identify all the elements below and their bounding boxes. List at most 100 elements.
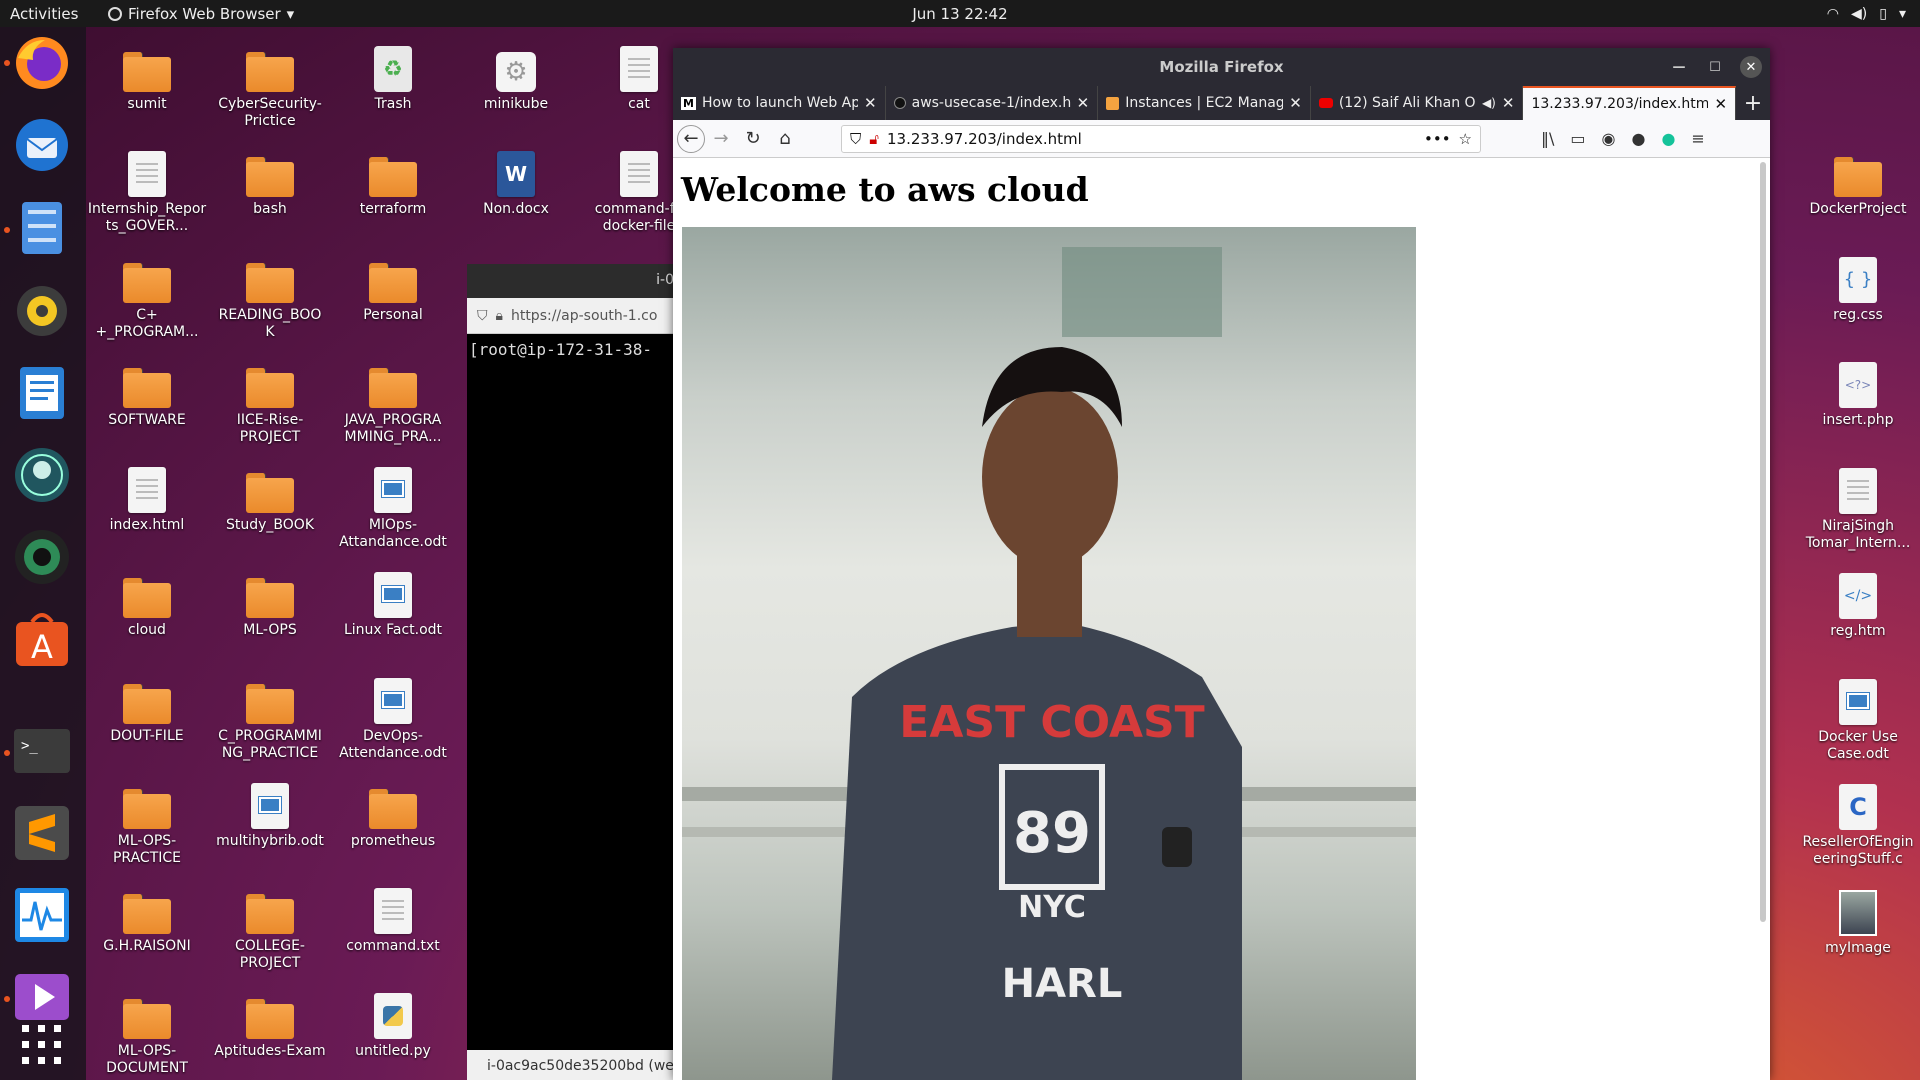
desktop-icon[interactable]: DevOps- Attendance.odt: [332, 668, 454, 762]
close-tab-icon[interactable]: ✕: [1502, 94, 1515, 112]
bookmark-star-icon[interactable]: ☆: [1459, 130, 1472, 148]
desktop-icon[interactable]: IICE-Rise- PROJECT: [209, 352, 331, 446]
terminal-prompt[interactable]: [root@ip-172-31-38-: [467, 334, 682, 365]
more-icon[interactable]: •••: [1424, 130, 1451, 148]
close-tab-icon[interactable]: ✕: [864, 94, 877, 112]
rhythmbox-icon[interactable]: [10, 279, 74, 343]
desktop-icon[interactable]: <?> insert.php: [1797, 352, 1919, 429]
speaker-icon[interactable]: ◀): [1482, 96, 1496, 110]
desktop-icon[interactable]: COLLEGE- PROJECT: [209, 878, 331, 972]
desktop-icon[interactable]: ML-OPS- PRACTICE: [86, 773, 208, 867]
desktop-icon-image: [1839, 669, 1877, 725]
library-icon[interactable]: ‖\: [1541, 129, 1554, 148]
desktop-icon-label: ResellerOfEngin eeringStuff.c: [1802, 834, 1914, 867]
desktop-icon[interactable]: index.html: [86, 457, 208, 534]
desktop-icon[interactable]: bash: [209, 141, 331, 218]
tab-medium[interactable]: M How to launch Web Ap ✕: [673, 86, 886, 120]
desktop-icon[interactable]: CyberSecurity- Prictice: [209, 36, 331, 130]
desktop-icon[interactable]: MlOps- Attandance.odt: [332, 457, 454, 551]
window-titlebar[interactable]: Mozilla Firefox — ☐ ✕: [673, 48, 1770, 86]
desktop-icon[interactable]: ♻ Trash: [332, 36, 454, 113]
desktop-icon[interactable]: prometheus: [332, 773, 454, 850]
minimize-icon[interactable]: —: [1668, 56, 1690, 78]
desktop-icon[interactable]: cloud: [86, 562, 208, 639]
desktop-icon[interactable]: Docker Use Case.odt: [1797, 669, 1919, 763]
desktop-icon[interactable]: multihybrib.odt: [209, 773, 331, 850]
menu-icon[interactable]: ≡: [1691, 129, 1704, 148]
camera-icon[interactable]: [10, 525, 74, 589]
desktop-icon[interactable]: terraform: [332, 141, 454, 218]
maximize-icon[interactable]: ☐: [1704, 56, 1726, 78]
folder-icon: [246, 999, 294, 1039]
scrollbar[interactable]: [1760, 162, 1766, 922]
desktop-icon-image: [246, 36, 294, 92]
desktop-icon[interactable]: NirajSingh Tomar_Intern...: [1797, 458, 1919, 552]
software-icon[interactable]: A: [10, 607, 74, 671]
desktop-icon[interactable]: Internship_Reports_GOVER...: [86, 141, 208, 235]
desktop-icon[interactable]: { } reg.css: [1797, 247, 1919, 324]
html-file-icon: </>: [1839, 573, 1877, 619]
github-icon: [893, 97, 906, 109]
address-bar[interactable]: ⛉ 🔓︎ 13.233.97.203/index.html ••• ☆: [841, 124, 1481, 153]
forward-icon[interactable]: →: [705, 123, 737, 155]
desktop-icon[interactable]: DOUT-FILE: [86, 668, 208, 745]
desktop-icon-label: minikube: [483, 96, 549, 112]
close-icon[interactable]: ✕: [1740, 56, 1762, 78]
tab-youtube[interactable]: (12) Saif Ali Khan On ◀) ✕: [1311, 86, 1524, 120]
folder-icon: [246, 157, 294, 197]
desktop-icon-label: DevOps- Attendance.odt: [339, 728, 447, 761]
desktop-icon[interactable]: SOFTWARE: [86, 352, 208, 429]
desktop-icon[interactable]: sumit: [86, 36, 208, 113]
desktop-icon[interactable]: W Non.docx: [455, 141, 577, 218]
desktop-icon[interactable]: </> reg.htm: [1797, 563, 1919, 640]
activities-button[interactable]: Activities: [10, 5, 100, 23]
tab-active[interactable]: 13.233.97.203/index.html ✕: [1523, 86, 1737, 120]
close-tab-icon[interactable]: ✕: [1714, 95, 1727, 113]
terminal-icon[interactable]: >_: [10, 719, 74, 783]
desktop-icon[interactable]: JAVA_PROGRA MMING_PRA...: [332, 352, 454, 446]
sidebar-icon[interactable]: ▭: [1570, 129, 1585, 148]
libreoffice-writer-icon[interactable]: [10, 361, 74, 425]
desktop-icon[interactable]: DockerProject: [1797, 141, 1919, 218]
sublime-text-icon[interactable]: [10, 801, 74, 865]
system-tray[interactable]: ◠ ◀) ▯ ▾: [1827, 0, 1906, 27]
back-icon[interactable]: ←: [677, 124, 705, 153]
show-apps-icon[interactable]: [10, 1013, 74, 1077]
grammarly-icon[interactable]: ●: [1661, 129, 1675, 148]
url-bar[interactable]: ⛉ 🔒︎ https://ap-south-1.co: [467, 298, 682, 334]
close-tab-icon[interactable]: ✕: [1289, 94, 1302, 112]
desktop-icon-image: [123, 247, 171, 303]
desktop-icon[interactable]: ⚙ minikube: [455, 36, 577, 113]
desktop-icon-label: sumit: [127, 96, 167, 112]
home-icon[interactable]: ⌂: [769, 123, 801, 155]
tab-aws[interactable]: Instances | EC2 Manag ✕: [1098, 86, 1311, 120]
app-menu[interactable]: Firefox Web Browser ▾: [108, 5, 294, 23]
desktop-icon[interactable]: G.H.RAISONI: [86, 878, 208, 955]
extension-icon[interactable]: ◉: [1602, 129, 1616, 148]
new-tab-icon[interactable]: +: [1736, 86, 1770, 120]
desktop-icon[interactable]: ML-OPS: [209, 562, 331, 639]
cookie-icon[interactable]: ●: [1631, 129, 1645, 148]
desktop-icon[interactable]: untitled.py: [332, 983, 454, 1060]
desktop-icon[interactable]: ML-OPS- DOCUMENT: [86, 983, 208, 1077]
firefox-icon[interactable]: [10, 31, 74, 95]
desktop-icon[interactable]: C+ +_PROGRAM...: [86, 247, 208, 341]
desktop-icon[interactable]: C ResellerOfEngin eeringStuff.c: [1797, 774, 1919, 868]
system-monitor-icon[interactable]: [10, 883, 74, 947]
desktop-icon-image: [128, 141, 166, 197]
desktop-icon[interactable]: Aptitudes-Exam: [209, 983, 331, 1060]
desktop-icon[interactable]: Personal: [332, 247, 454, 324]
desktop-icon[interactable]: C_PROGRAMMI NG_PRACTICE: [209, 668, 331, 762]
thunderbird-icon[interactable]: [10, 113, 74, 177]
reload-icon[interactable]: ↻: [737, 123, 769, 155]
gitkraken-icon[interactable]: [10, 443, 74, 507]
desktop-icon[interactable]: Study_BOOK: [209, 457, 331, 534]
desktop-icon[interactable]: command.txt: [332, 878, 454, 955]
desktop-icon[interactable]: Linux Fact.odt: [332, 562, 454, 639]
files-icon[interactable]: [10, 196, 74, 260]
desktop-icon[interactable]: myImage: [1797, 880, 1919, 957]
close-tab-icon[interactable]: ✕: [1077, 94, 1090, 112]
background-browser-window[interactable]: i-0 ⛉ 🔒︎ https://ap-south-1.co [root@ip-…: [467, 264, 682, 1080]
desktop-icon[interactable]: READING_BOO K: [209, 247, 331, 341]
tab-github[interactable]: aws-usecase-1/index.h ✕: [886, 86, 1099, 120]
